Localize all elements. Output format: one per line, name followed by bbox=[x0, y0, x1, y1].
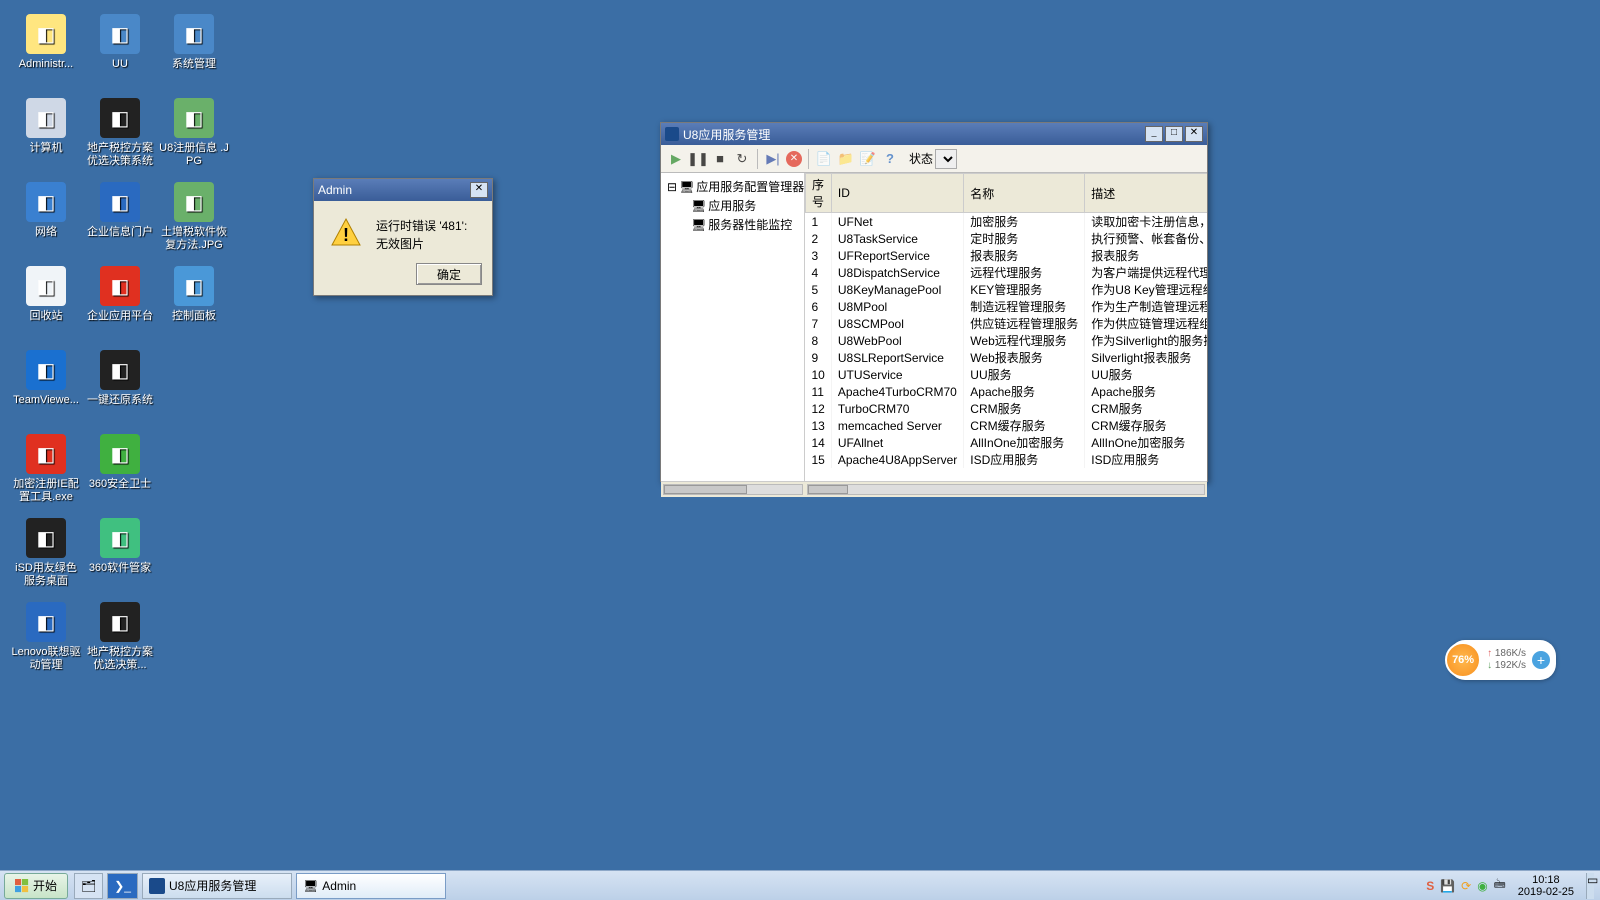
tray-net-icon[interactable]: ⟳ bbox=[1461, 879, 1471, 893]
desktop-icon[interactable]: ◧加密注册IE配 置工具.exe bbox=[10, 432, 82, 512]
desktop-icon[interactable]: ◧UU bbox=[84, 12, 156, 92]
net-pct: 76% bbox=[1445, 642, 1481, 678]
tree-item-perf-monitor[interactable]: 🖥服务器性能监控 bbox=[663, 215, 802, 234]
ql-explorer[interactable]: 🗂 bbox=[74, 873, 103, 899]
desktop-icon[interactable]: ◧360软件管家 bbox=[84, 516, 156, 596]
tray-ime-icon[interactable]: S bbox=[1426, 879, 1434, 893]
warning-icon: ! bbox=[330, 217, 362, 249]
desktop-icon[interactable]: ◧TeamViewe... bbox=[10, 348, 82, 428]
status-dropdown[interactable] bbox=[935, 149, 957, 169]
desktop-icon[interactable]: ◧Administr... bbox=[10, 12, 82, 92]
play-icon[interactable]: ▶ bbox=[667, 150, 685, 168]
desktop-icon[interactable]: ◧系统管理 bbox=[158, 12, 230, 92]
network-widget[interactable]: 76% ↑ 186K/s ↓ 192K/s + bbox=[1449, 640, 1556, 680]
app-icon bbox=[665, 127, 679, 141]
column-header[interactable]: 描述 bbox=[1085, 174, 1207, 213]
table-row[interactable]: 2U8TaskService定时服务执行预警、帐套备份、异常清 bbox=[806, 230, 1208, 247]
table-row[interactable]: 5U8KeyManagePoolKEY管理服务作为U8 Key管理远程组件的工 bbox=[806, 281, 1208, 298]
desktop-icon[interactable]: ◧土增税软件恢 复方法.JPG bbox=[158, 180, 230, 260]
edit-icon[interactable]: 📝 bbox=[859, 150, 877, 168]
cancel-icon[interactable]: ✕ bbox=[786, 151, 802, 167]
table-row[interactable]: 10UTUServiceUU服务UU服务 bbox=[806, 366, 1208, 383]
net-speeds: ↑ 186K/s ↓ 192K/s bbox=[1487, 648, 1526, 672]
table-row[interactable]: 9U8SLReportServiceWeb报表服务Silverlight报表服务 bbox=[806, 349, 1208, 366]
desktop-icon[interactable]: ◧控制面板 bbox=[158, 264, 230, 344]
toolbar: ▶ ❚❚ ■ ↻ ▶| ✕ 📄 📁 📝 ? 状态 bbox=[661, 145, 1207, 173]
dialog-text: 运行时错误 '481': 无效图片 bbox=[376, 217, 467, 253]
dialog-title: Admin bbox=[318, 183, 468, 197]
start-button[interactable]: 开始 bbox=[4, 873, 68, 899]
desktop-icon[interactable]: ◧企业信息门户 bbox=[84, 180, 156, 260]
column-header[interactable]: ID bbox=[831, 174, 963, 213]
tray-u8-icon[interactable]: 💾 bbox=[1440, 879, 1455, 893]
table-row[interactable]: 11Apache4TurboCRM70Apache服务Apache服务 bbox=[806, 383, 1208, 400]
tree-panel: ⊟🖥应用服务配置管理器 🖥应用服务 🖥服务器性能监控 bbox=[661, 173, 805, 481]
table-row[interactable]: 3UFReportService报表服务报表服务 bbox=[806, 247, 1208, 264]
table-row[interactable]: 15Apache4U8AppServerISD应用服务ISD应用服务 bbox=[806, 451, 1208, 468]
help-icon[interactable]: ? bbox=[881, 150, 899, 168]
svg-text:!: ! bbox=[343, 225, 349, 245]
status-label: 状态 bbox=[909, 150, 933, 167]
table-row[interactable]: 6U8MPool制造远程管理服务作为生产制造管理远程组件的 bbox=[806, 298, 1208, 315]
desktop-icon[interactable]: ◧地产税控方案 优选决策系统 bbox=[84, 96, 156, 176]
desktop-icon[interactable]: ◧计算机 bbox=[10, 96, 82, 176]
maximize-icon[interactable]: □ bbox=[1165, 126, 1183, 142]
column-header[interactable]: 名称 bbox=[964, 174, 1085, 213]
desktop-icon[interactable]: ◧网络 bbox=[10, 180, 82, 260]
close-icon[interactable]: ✕ bbox=[470, 182, 488, 198]
error-dialog: Admin ✕ ! 运行时错误 '481': 无效图片 确定 bbox=[313, 178, 493, 296]
desktop: ◧Administr...◧UU◧系统管理◧计算机◧地产税控方案 优选决策系统◧… bbox=[0, 0, 1600, 870]
desktop-icon[interactable]: ◧地产税控方案 优选决策... bbox=[84, 600, 156, 680]
table-row[interactable]: 4U8DispatchService远程代理服务为客户端提供远程代理的创建 bbox=[806, 264, 1208, 281]
doc-icon[interactable]: 📄 bbox=[815, 150, 833, 168]
table-row[interactable]: 12TurboCRM70CRM服务CRM服务 bbox=[806, 400, 1208, 417]
net-plus-button[interactable]: + bbox=[1532, 651, 1550, 669]
desktop-icon[interactable]: ◧360安全卫士 bbox=[84, 432, 156, 512]
desktop-icon[interactable]: ◧U8注册信息 .JPG bbox=[158, 96, 230, 176]
pause-icon[interactable]: ❚❚ bbox=[689, 150, 707, 168]
table-row[interactable]: 1UFNet加密服务读取加密卡注册信息，为U8的 bbox=[806, 213, 1208, 231]
task-u8app[interactable]: U8应用服务管理 bbox=[142, 873, 292, 899]
task-admin[interactable]: 🖥Admin bbox=[296, 873, 446, 899]
table-row[interactable]: 13memcached ServerCRM缓存服务CRM缓存服务 bbox=[806, 417, 1208, 434]
tray-360-icon[interactable]: ◉ bbox=[1477, 879, 1487, 893]
tray-lang-icon[interactable]: 🖮 bbox=[1494, 875, 1506, 896]
desktop-icon[interactable]: ◧iSD用友绿色 服务桌面 bbox=[10, 516, 82, 596]
ok-button[interactable]: 确定 bbox=[416, 263, 482, 285]
minimize-icon[interactable]: _ bbox=[1145, 126, 1163, 142]
stop-icon[interactable]: ■ bbox=[711, 150, 729, 168]
tray-show-desktop[interactable]: ▭ bbox=[1586, 873, 1594, 899]
table-row[interactable]: 14UFAllnetAllInOne加密服务AllInOne加密服务 bbox=[806, 434, 1208, 451]
table-row[interactable]: 7U8SCMPool供应链远程管理服务作为供应链管理远程组件的工 bbox=[806, 315, 1208, 332]
app-title: U8应用服务管理 bbox=[683, 126, 1143, 143]
table-row[interactable]: 8U8WebPoolWeb远程代理服务作为Silverlight的服务控制组 bbox=[806, 332, 1208, 349]
folder-icon[interactable]: 📁 bbox=[837, 150, 855, 168]
windows-icon bbox=[15, 879, 29, 893]
next-icon[interactable]: ▶| bbox=[764, 150, 782, 168]
ql-powershell[interactable]: ❯_ bbox=[107, 873, 138, 899]
list-panel[interactable]: 序号ID名称描述 1UFNet加密服务读取加密卡注册信息，为U8的2U8Task… bbox=[805, 173, 1207, 481]
column-header[interactable]: 序号 bbox=[806, 174, 832, 213]
desktop-icon[interactable]: ◧企业应用平台 bbox=[84, 264, 156, 344]
app-window: U8应用服务管理 _ □ ✕ ▶ ❚❚ ■ ↻ ▶| ✕ 📄 📁 📝 ? 状态 bbox=[660, 122, 1208, 482]
tree-item-app-service[interactable]: 🖥应用服务 bbox=[663, 196, 802, 215]
desktop-icon[interactable]: ◧回收站 bbox=[10, 264, 82, 344]
desktop-icon[interactable]: ◧Lenovo联想驱 动管理 bbox=[10, 600, 82, 680]
tree-root[interactable]: ⊟🖥应用服务配置管理器 bbox=[663, 177, 802, 196]
close-icon[interactable]: ✕ bbox=[1185, 126, 1203, 142]
app-titlebar[interactable]: U8应用服务管理 _ □ ✕ bbox=[661, 123, 1207, 145]
clock[interactable]: 10:18 2019-02-25 bbox=[1512, 874, 1580, 898]
tray: S 💾 ⟳ ◉ 🖮 10:18 2019-02-25 ▭ bbox=[1420, 871, 1600, 900]
restart-icon[interactable]: ↻ bbox=[733, 150, 751, 168]
taskbar: 开始 🗂 ❯_ U8应用服务管理 🖥Admin S 💾 ⟳ ◉ 🖮 10:18 … bbox=[0, 870, 1600, 900]
dialog-titlebar[interactable]: Admin ✕ bbox=[314, 179, 492, 201]
desktop-icon[interactable]: ◧一键还原系统 bbox=[84, 348, 156, 428]
